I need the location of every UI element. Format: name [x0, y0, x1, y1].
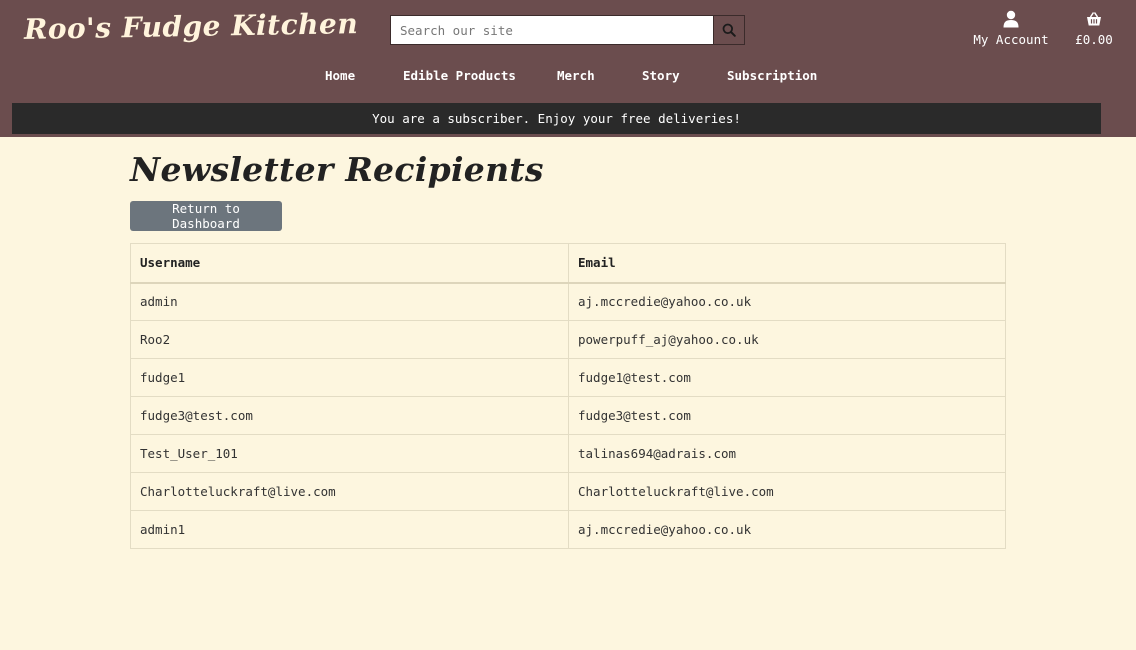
email-cell: fudge1@test.com — [568, 358, 1006, 397]
user-icon — [1003, 10, 1019, 28]
recipients-table: Username Email admin aj.mccredie@yahoo.c… — [130, 243, 1006, 549]
table-row: admin1 aj.mccredie@yahoo.co.uk — [130, 510, 1006, 549]
username-cell: Charlotteluckraft@live.com — [130, 472, 569, 511]
page-title: Newsletter Recipients — [130, 150, 544, 189]
table-row: Charlotteluckraft@live.com Charlotteluck… — [130, 472, 1006, 511]
my-account-link[interactable]: My Account — [970, 10, 1052, 47]
table-row: Test_User_101 talinas694@adrais.com — [130, 434, 1006, 473]
username-cell: Roo2 — [130, 320, 569, 359]
cart-total: £0.00 — [1075, 32, 1113, 47]
email-cell: powerpuff_aj@yahoo.co.uk — [568, 320, 1006, 359]
email-cell: aj.mccredie@yahoo.co.uk — [568, 282, 1006, 321]
nav-item-edible-products[interactable]: Edible Products — [403, 68, 516, 83]
basket-icon — [1087, 12, 1101, 26]
table-row: admin aj.mccredie@yahoo.co.uk — [130, 282, 1006, 321]
site-header: Roo's Fudge Kitchen My Account £0.00 Hom… — [0, 0, 1136, 137]
table-header-row: Username Email — [130, 243, 1006, 284]
return-to-dashboard-button[interactable]: Return to Dashboard — [130, 201, 282, 231]
column-header-username: Username — [130, 243, 569, 284]
nav-item-home[interactable]: Home — [325, 68, 355, 83]
subscriber-banner-text: You are a subscriber. Enjoy your free de… — [372, 111, 741, 126]
email-cell: talinas694@adrais.com — [568, 434, 1006, 473]
table-row: Roo2 powerpuff_aj@yahoo.co.uk — [130, 320, 1006, 359]
email-cell: fudge3@test.com — [568, 396, 1006, 435]
main-nav: Home Edible Products Merch Story Subscri… — [0, 68, 1136, 88]
username-cell: fudge3@test.com — [130, 396, 569, 435]
table-row: fudge1 fudge1@test.com — [130, 358, 1006, 397]
cart-link[interactable]: £0.00 — [1070, 10, 1118, 47]
subscriber-banner: You are a subscriber. Enjoy your free de… — [12, 103, 1101, 134]
table-row: fudge3@test.com fudge3@test.com — [130, 396, 1006, 435]
username-cell: admin1 — [130, 510, 569, 549]
nav-item-merch[interactable]: Merch — [557, 68, 595, 83]
nav-item-story[interactable]: Story — [642, 68, 680, 83]
my-account-label: My Account — [973, 32, 1049, 47]
search-icon — [722, 23, 736, 37]
email-cell: aj.mccredie@yahoo.co.uk — [568, 510, 1006, 549]
username-cell: fudge1 — [130, 358, 569, 397]
username-cell: Test_User_101 — [130, 434, 569, 473]
column-header-email: Email — [568, 243, 1006, 284]
username-cell: admin — [130, 282, 569, 321]
site-logo[interactable]: Roo's Fudge Kitchen — [24, 7, 359, 46]
search-bar — [390, 15, 745, 45]
email-cell: Charlotteluckraft@live.com — [568, 472, 1006, 511]
search-input[interactable] — [391, 16, 713, 44]
nav-item-subscription[interactable]: Subscription — [727, 68, 817, 83]
search-button[interactable] — [713, 16, 744, 44]
